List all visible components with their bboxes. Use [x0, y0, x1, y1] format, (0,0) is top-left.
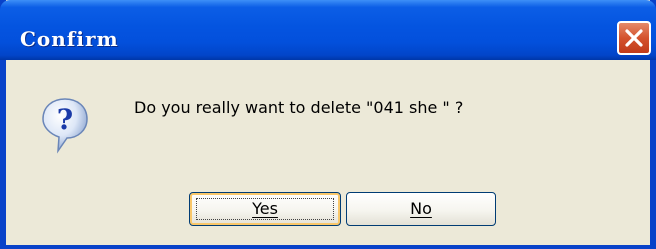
- window-title: Confirm: [20, 27, 119, 51]
- svg-text:?: ?: [57, 103, 73, 136]
- dialog-body: ? Do you really want to delete "041 she …: [6, 60, 650, 245]
- confirm-message: Do you really want to delete "041 she " …: [134, 98, 464, 117]
- close-icon: [625, 29, 643, 47]
- yes-button[interactable]: Yes: [189, 192, 341, 226]
- no-button-label: No: [410, 199, 432, 218]
- confirm-dialog: Confirm ? Do you really want to delete "…: [0, 0, 656, 249]
- yes-button-label: Yes: [252, 199, 278, 218]
- title-bar[interactable]: Confirm: [0, 0, 656, 60]
- question-icon: ?: [42, 98, 88, 154]
- no-button[interactable]: No: [346, 192, 496, 226]
- close-button[interactable]: [617, 21, 651, 55]
